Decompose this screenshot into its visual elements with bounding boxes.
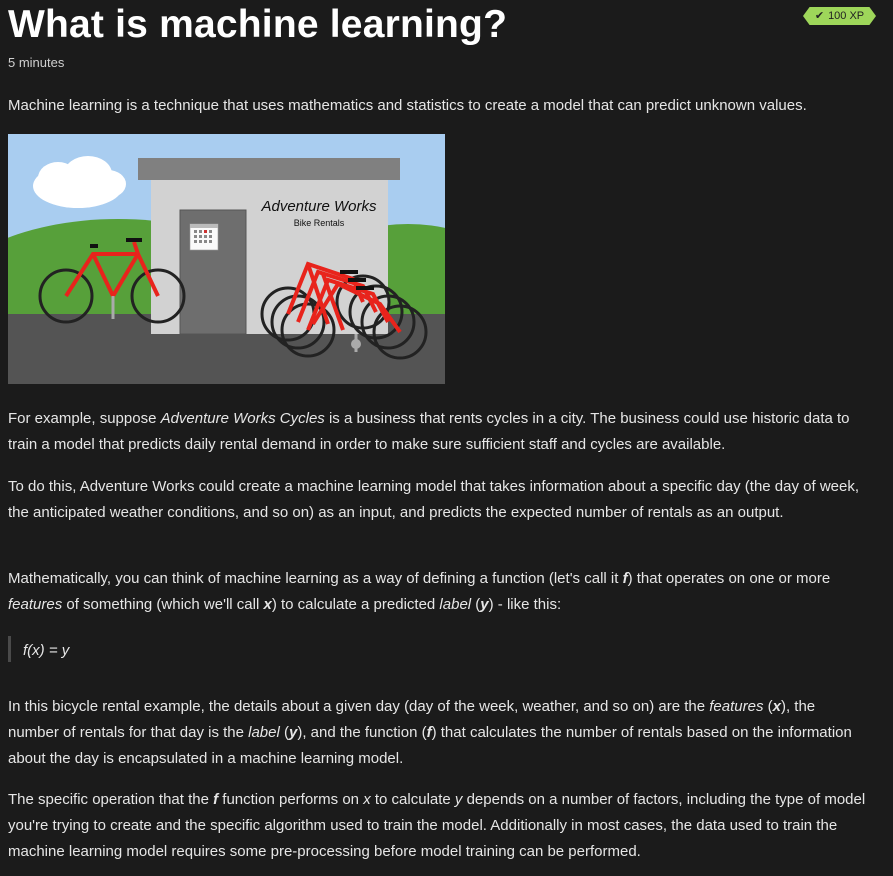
paragraph-model: To do this, Adventure Works could create… [8, 478, 860, 521]
xp-badge-label: 100 XP [828, 10, 865, 22]
sign-subtitle: Bike Rentals [294, 218, 345, 228]
company-name: Adventure Works Cycles [160, 410, 325, 427]
bike-rental-illustration: Adventure Works Bike Rentals [8, 134, 445, 384]
paragraph-operation: The specific operation that the f functi… [8, 791, 866, 860]
page-title: What is machine learning? [8, 3, 508, 46]
duration-label: 5 minutes [8, 55, 65, 70]
rental-building: Adventure Works Bike Rentals [138, 158, 400, 335]
xp-badge: ✔ 100 XP [803, 7, 876, 25]
intro-paragraph: Machine learning is a technique that use… [8, 97, 807, 114]
paragraph-math: Mathematically, you can think of machine… [8, 570, 831, 613]
check-icon: ✔ [814, 10, 825, 22]
module-page: What is machine learning? ✔ 100 XP 5 min… [0, 0, 893, 876]
sign-title: Adventure Works [260, 198, 377, 215]
formula-blockquote: f(x) = y [8, 636, 69, 662]
paragraph-bike-example: In this bicycle rental example, the deta… [8, 698, 852, 767]
paragraph-example: For example, suppose Adventure Works Cyc… [8, 410, 850, 453]
